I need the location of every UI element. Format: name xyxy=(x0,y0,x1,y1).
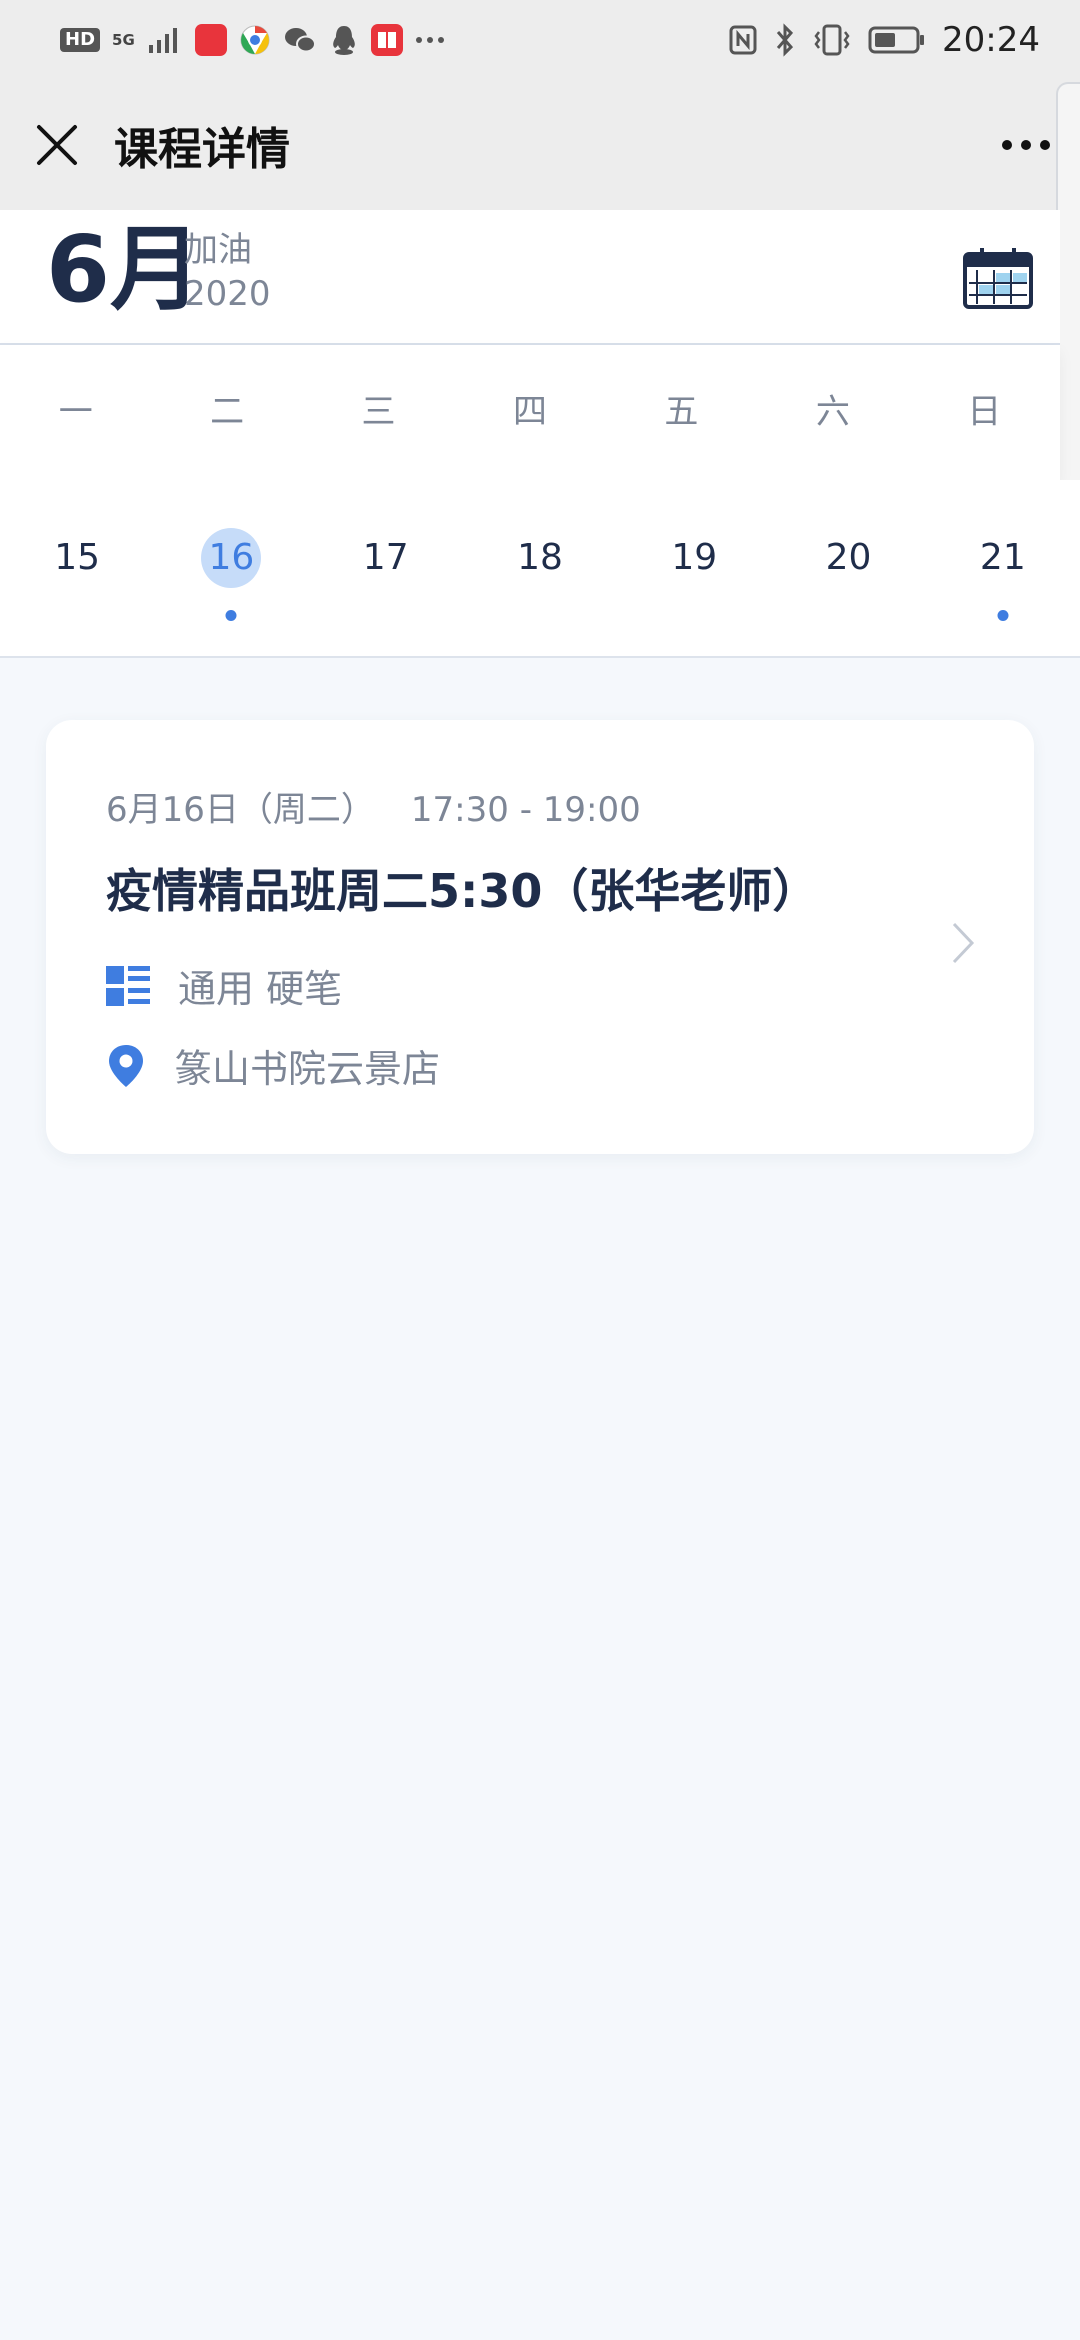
date-cell[interactable]: 17 xyxy=(309,480,463,656)
current-month: 6月 xyxy=(46,216,203,323)
weekday-label: 三 xyxy=(361,392,396,432)
date-number: 16 xyxy=(201,528,262,588)
nfc-icon xyxy=(729,25,757,55)
course-title: 疫情精品班周二5:30（张华老师） xyxy=(106,864,819,918)
course-category: 通用 硬笔 xyxy=(178,967,343,1011)
more-dot-icon xyxy=(1021,140,1031,150)
status-right-icons: 20:24 xyxy=(728,20,1040,60)
calendar-icon xyxy=(963,248,1033,309)
weekday-label: 六 xyxy=(815,392,850,432)
date-cell[interactable]: 18 xyxy=(463,480,617,656)
date-number: 18 xyxy=(517,537,563,578)
course-date: 6月16日（周二） xyxy=(106,790,375,830)
chrome-icon xyxy=(240,25,270,55)
course-category-row: 通用 硬笔 xyxy=(106,958,342,1013)
date-cell[interactable]: 19 xyxy=(617,480,771,656)
weekday-label: 日 xyxy=(967,392,1002,432)
course-location: 篆山书院云景店 xyxy=(174,1047,441,1091)
weekday-label: 四 xyxy=(512,392,547,432)
more-dot-icon xyxy=(1002,140,1012,150)
clock: 20:24 xyxy=(942,20,1040,60)
date-number: 19 xyxy=(671,537,718,578)
vibrate-icon xyxy=(814,24,850,56)
more-notifications-icon xyxy=(415,37,444,43)
category-grid-icon xyxy=(106,965,150,1006)
week-dates: 15 16 17 18 19 20 21 xyxy=(0,480,1080,658)
location-pin-icon xyxy=(109,1044,143,1087)
status-bar: HD 5G 20:24 xyxy=(0,0,1080,80)
date-number: 20 xyxy=(825,537,872,578)
close-button[interactable] xyxy=(30,118,84,172)
huawei-appgallery-icon xyxy=(194,24,227,56)
more-options-button[interactable] xyxy=(1002,130,1050,160)
event-dot-indicator xyxy=(997,610,1009,621)
date-number: 21 xyxy=(979,537,1026,578)
year-text: 2020 xyxy=(184,274,271,315)
app-header: 课程详情 xyxy=(0,80,1080,210)
status-left-icons: HD 5G xyxy=(60,24,445,56)
weekday-header: 一 二 三 四 五 六 日 xyxy=(0,345,1060,480)
weekday-label: 五 xyxy=(664,392,699,432)
signal-icon xyxy=(148,28,177,53)
month-header: 6月 加油 2020 xyxy=(0,210,1060,345)
close-icon xyxy=(37,125,77,165)
calendar-view-button[interactable] xyxy=(962,246,1034,310)
course-datetime: 6月16日（周二） 17:30 - 19:00 xyxy=(106,782,641,831)
course-card[interactable]: 6月16日（周二） 17:30 - 19:00 疫情精品班周二5:30（张华老师）… xyxy=(46,720,1034,1154)
bluetooth-icon xyxy=(776,23,794,57)
event-dot-indicator xyxy=(225,610,237,621)
date-cell[interactable]: 21 xyxy=(926,480,1080,656)
date-cell[interactable]: 15 xyxy=(0,480,154,656)
battery-icon xyxy=(868,26,925,54)
wechat-icon xyxy=(284,28,316,53)
qq-icon xyxy=(332,26,355,55)
page-title: 课程详情 xyxy=(114,124,290,175)
chevron-right-icon xyxy=(952,922,975,964)
date-cell[interactable]: 16 xyxy=(154,480,308,656)
date-number: 15 xyxy=(54,537,101,578)
date-number: 17 xyxy=(362,537,409,578)
weekday-label: 一 xyxy=(58,392,93,432)
more-dot-icon xyxy=(1040,140,1050,150)
month-subtitle: 加油 2020 xyxy=(184,228,271,316)
hd-badge: HD xyxy=(60,28,101,52)
slogan-text: 加油 xyxy=(184,230,252,270)
course-time-range: 17:30 - 19:00 xyxy=(410,790,641,830)
network-type-label: 5G xyxy=(112,30,135,49)
date-cell[interactable]: 20 xyxy=(771,480,925,656)
weekday-label: 二 xyxy=(210,392,245,432)
course-location-row: 篆山书院云景店 xyxy=(106,1038,440,1093)
reader-app-icon xyxy=(370,24,403,56)
